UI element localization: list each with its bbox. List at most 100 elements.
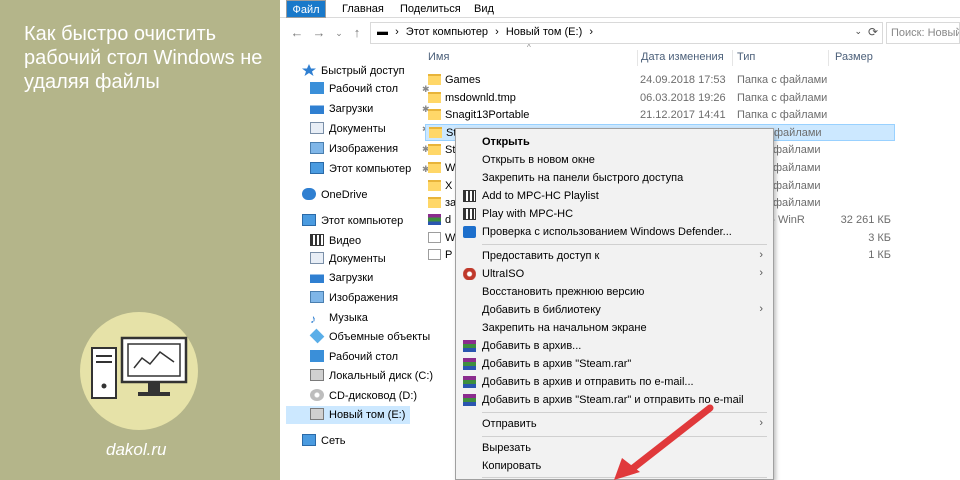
up-arrow-icon[interactable]: ↑ — [348, 24, 366, 42]
ultraiso-icon — [463, 268, 476, 280]
nav-item-this-pc[interactable]: Этот компьютер — [302, 212, 403, 230]
navigation-pane: Быстрый доступ Рабочий стол ✱ Загрузки ✱ Д… — [280, 56, 433, 480]
chevron-right-icon: › — [759, 267, 763, 279]
column-header-size[interactable]: Размер — [835, 51, 873, 63]
nav-item-network[interactable]: Сеть — [302, 432, 345, 450]
chevron-right-icon: › — [759, 249, 763, 261]
tab-file[interactable]: Файл — [286, 0, 326, 18]
chevron-right-icon: › — [759, 303, 763, 315]
breadcrumb-item-this-pc[interactable]: Этот компьютер — [406, 26, 488, 38]
winrar-icon — [463, 376, 476, 388]
nav-item-downloads[interactable]: Загрузки — [310, 269, 373, 287]
menu-item-ultraiso[interactable]: UltraISO › — [458, 265, 771, 283]
address-bar-row: ← → ⌄ ↑ ▬ › Этот компьютер › Новый том (… — [280, 20, 960, 46]
folder-icon — [428, 197, 441, 208]
images-icon — [310, 142, 324, 154]
computer-illustration — [80, 312, 198, 430]
nav-item-quick-access[interactable]: Быстрый доступ — [302, 62, 405, 80]
nav-item-images-pinned[interactable]: Изображения ✱ — [310, 140, 430, 158]
documents-icon — [310, 252, 324, 264]
nav-item-desktop-pinned[interactable]: Рабочий стол ✱ — [310, 80, 430, 98]
network-icon — [302, 434, 316, 446]
file-row[interactable]: Snagit13Portable 21.12.2017 14:41 Папка … — [425, 107, 895, 124]
nav-item-documents-pinned[interactable]: Документы✱ — [310, 120, 430, 138]
breadcrumb: ▬ › Этот компьютер › Новый том (E:) › — [377, 26, 597, 38]
download-icon — [310, 102, 324, 114]
nav-item-documents[interactable]: Документы — [310, 250, 386, 268]
recent-locations-icon[interactable]: ⌄ — [330, 24, 348, 42]
menu-item-pin-start[interactable]: Закрепить на начальном экране — [458, 319, 771, 337]
mpc-hc-icon — [463, 208, 476, 220]
folder-icon — [428, 92, 441, 103]
nav-item-music[interactable]: ♪ Музыка — [310, 309, 368, 327]
forward-arrow-icon[interactable]: → — [310, 24, 328, 42]
rar-icon — [428, 214, 441, 225]
drive-icon — [310, 408, 324, 420]
drive-icon — [310, 369, 324, 381]
folder-icon — [429, 127, 442, 138]
star-icon — [302, 64, 316, 76]
tab-home[interactable]: Главная — [334, 0, 392, 18]
breadcrumb-item-volume-e[interactable]: Новый том (E:) — [506, 26, 582, 38]
column-divider[interactable] — [828, 50, 829, 66]
column-header-date[interactable]: Дата изменения — [641, 51, 724, 63]
back-arrow-icon[interactable]: ← — [288, 24, 306, 42]
nav-item-onedrive[interactable]: OneDrive — [302, 186, 367, 204]
column-divider[interactable] — [732, 50, 733, 66]
mpc-hc-icon — [463, 190, 476, 202]
column-header-type[interactable]: Тип — [737, 51, 755, 63]
folder-icon — [428, 109, 441, 120]
images-icon — [310, 291, 324, 303]
menu-item-add-to-library[interactable]: Добавить в библиотеку › — [458, 301, 771, 319]
ribbon-tabs: Файл Главная Поделиться Вид — [280, 0, 960, 18]
nav-item-3d-objects[interactable]: Объемные объекты — [309, 328, 430, 346]
computer-icon — [91, 336, 188, 399]
chevron-right-icon: › — [759, 417, 763, 429]
file-row[interactable]: Games 24.09.2018 17:53 Папка с файлами — [425, 72, 895, 89]
menu-item-add-archive-email[interactable]: Добавить в архив и отправить по e-mail..… — [458, 373, 771, 391]
menu-item-give-access[interactable]: Предоставить доступ к › — [458, 247, 771, 265]
nav-item-volume-e[interactable]: Новый том (E:) — [286, 406, 410, 424]
nav-item-desktop[interactable]: Рабочий стол — [310, 348, 398, 366]
nav-item-images[interactable]: Изображения — [310, 289, 398, 307]
breadcrumb-separator: › — [495, 26, 499, 38]
file-row[interactable]: msdownld.tmp 06.03.2018 19:26 Папка с фа… — [425, 90, 895, 107]
column-divider[interactable] — [637, 50, 638, 66]
nav-item-video[interactable]: Видео — [310, 232, 361, 250]
menu-item-play-mpc[interactable]: Play with MPC-HC — [458, 205, 771, 223]
refresh-icon[interactable]: ⟳ — [868, 25, 878, 39]
menu-item-restore-version[interactable]: Восстановить прежнюю версию — [458, 283, 771, 301]
annotation-arrow — [614, 404, 714, 480]
folder-icon — [428, 180, 441, 191]
menu-item-add-archive[interactable]: Добавить в архив... — [458, 337, 771, 355]
nav-item-this-pc-pinned[interactable]: Этот компьютер ✱ — [310, 160, 430, 178]
file-icon — [428, 232, 441, 243]
nav-item-cd-drive-d[interactable]: CD-дисковод (D:) — [310, 387, 417, 405]
column-header-name[interactable]: Имя — [428, 51, 449, 63]
menu-item-pin-quick-access[interactable]: Закрепить на панели быстрого доступа — [458, 169, 771, 187]
winrar-icon — [463, 358, 476, 370]
drive-icon: ▬ — [377, 26, 388, 38]
winrar-icon — [463, 340, 476, 352]
download-icon — [310, 271, 324, 283]
folder-icon — [428, 162, 441, 173]
desktop-icon — [310, 350, 324, 362]
tab-share[interactable]: Поделиться — [392, 0, 469, 18]
video-icon — [310, 234, 324, 246]
menu-item-add-mpc-playlist[interactable]: Add to MPC-HC Playlist — [458, 187, 771, 205]
tab-view[interactable]: Вид — [466, 0, 502, 18]
nav-item-local-disk-c[interactable]: Локальный диск (C:) — [310, 367, 433, 385]
nav-item-downloads-pinned[interactable]: Загрузки ✱ — [310, 100, 430, 118]
music-icon: ♪ — [310, 312, 316, 326]
menu-item-open[interactable]: Открыть — [458, 133, 771, 151]
menu-item-open-new-window[interactable]: Открыть в новом окне — [458, 151, 771, 169]
chevron-down-icon[interactable]: ⌄ — [854, 26, 862, 37]
breadcrumb-separator: › — [589, 26, 593, 38]
menu-item-defender-scan[interactable]: Проверка с использованием Windows Defend… — [458, 223, 771, 241]
address-bar[interactable]: ▬ › Этот компьютер › Новый том (E:) › ⌄ … — [370, 22, 883, 44]
search-input[interactable]: Поиск: Новый т — [886, 22, 960, 44]
site-name[interactable]: dakol.ru — [106, 440, 166, 460]
menu-item-add-steam-rar[interactable]: Добавить в архив "Steam.rar" — [458, 355, 771, 373]
folder-icon — [428, 144, 441, 155]
file-icon — [428, 249, 441, 260]
